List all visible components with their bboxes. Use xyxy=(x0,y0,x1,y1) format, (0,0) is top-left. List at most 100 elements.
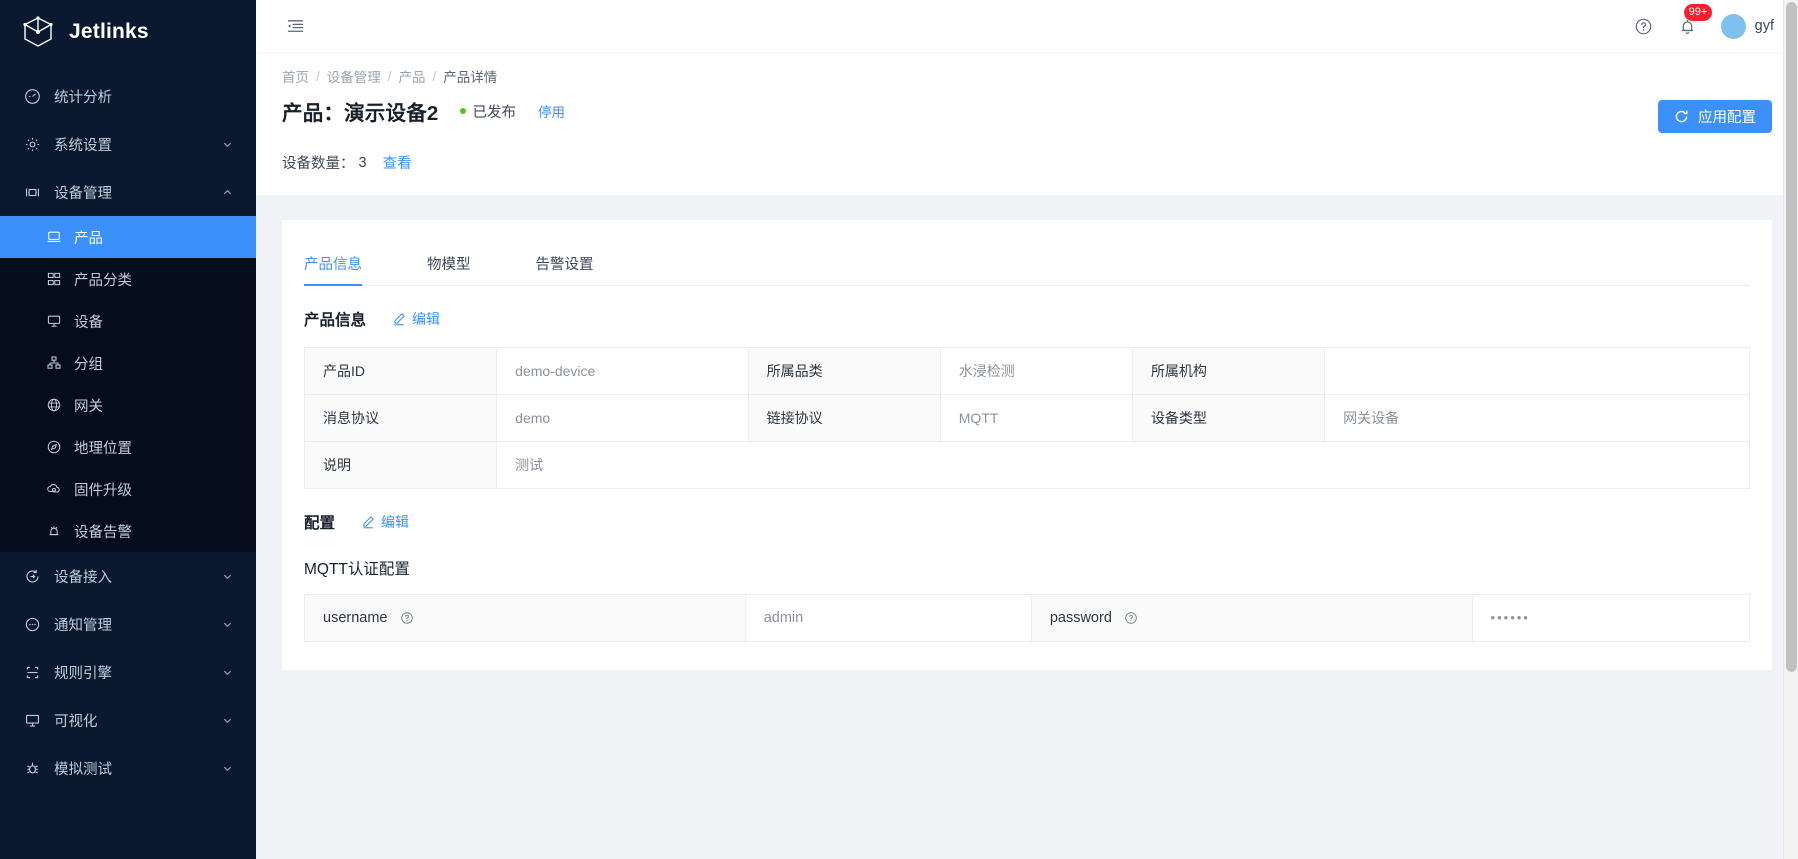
sidebar-item-system-settings[interactable]: 系统设置 xyxy=(0,120,256,168)
sidebar-item-firmware-upgrade[interactable]: 固件升级 xyxy=(0,468,256,510)
apply-config-label: 应用配置 xyxy=(1698,106,1756,127)
sidebar-item-notification[interactable]: 通知管理 xyxy=(0,600,256,648)
main-region: 99+ gyf 首页 / 设备管理 / 产品 / 产品详情 产品：演示设备2 xyxy=(256,0,1798,859)
sidebar-item-device-management[interactable]: 设备管理 xyxy=(0,168,256,216)
cell-label-password: password xyxy=(1031,595,1472,642)
sidebar-item-label: 分组 xyxy=(74,353,103,374)
sidebar-item-label: 模拟测试 xyxy=(54,758,220,779)
sidebar-menu: 统计分析 系统设置 xyxy=(0,64,256,792)
cell-value-link-protocol: MQTT xyxy=(940,395,1132,442)
sidebar-item-visualization[interactable]: 可视化 xyxy=(0,696,256,744)
chevron-down-icon[interactable] xyxy=(220,713,234,727)
product-icon xyxy=(45,228,63,246)
sidebar-item-gateway[interactable]: 网关 xyxy=(0,384,256,426)
cell-label-link-protocol: 链接协议 xyxy=(748,395,940,442)
question-circle-icon[interactable] xyxy=(400,611,414,625)
sidebar-item-rule-engine[interactable]: 规则引擎 xyxy=(0,648,256,696)
question-circle-icon[interactable] xyxy=(1633,15,1655,37)
sidebar-item-simulation-test[interactable]: 模拟测试 xyxy=(0,744,256,792)
cell-label-organization: 所属机构 xyxy=(1132,348,1324,395)
sidebar-item-device-access[interactable]: 设备接入 xyxy=(0,552,256,600)
refresh-icon xyxy=(1674,109,1689,124)
detail-card: 产品信息 物模型 告警设置 产品信息 编辑 xyxy=(282,220,1772,670)
breadcrumb-item-product[interactable]: 产品 xyxy=(399,66,426,86)
chevron-down-icon[interactable] xyxy=(220,665,234,679)
breadcrumb-item-product-detail: 产品详情 xyxy=(443,66,497,86)
cube-logo-icon xyxy=(20,14,56,50)
question-circle-icon[interactable] xyxy=(1124,611,1138,625)
password-masked-value: •••••• xyxy=(1491,610,1530,625)
topbar: 99+ gyf xyxy=(256,0,1798,52)
sidebar: Jetlinks 统计分析 系统设 xyxy=(0,0,256,859)
sidebar-item-group[interactable]: 分组 xyxy=(0,342,256,384)
edit-config-label: 编辑 xyxy=(381,512,409,532)
pencil-icon xyxy=(392,312,406,326)
cell-value-password: •••••• xyxy=(1472,595,1749,642)
bell-icon[interactable]: 99+ xyxy=(1677,15,1699,37)
sidebar-item-label: 地理位置 xyxy=(74,437,132,458)
user-name: gyf xyxy=(1755,18,1774,34)
breadcrumb-separator: / xyxy=(433,69,437,84)
tab-bar: 产品信息 物模型 告警设置 xyxy=(304,244,1750,286)
chevron-down-icon[interactable] xyxy=(220,617,234,631)
cell-value-product-id: demo-device xyxy=(497,348,748,395)
vertical-scrollbar[interactable] xyxy=(1783,0,1798,859)
status-text: 已发布 xyxy=(473,101,517,122)
sidebar-item-device[interactable]: 设备 xyxy=(0,300,256,342)
tab-thing-model[interactable]: 物模型 xyxy=(427,253,471,285)
device-icon xyxy=(22,182,42,202)
edit-product-info-button[interactable]: 编辑 xyxy=(392,309,440,329)
config-title: 配置 xyxy=(304,511,335,533)
globe-icon xyxy=(45,396,63,414)
user-menu[interactable]: gyf xyxy=(1721,14,1774,39)
monitor-icon xyxy=(45,312,63,330)
app-root: Jetlinks 统计分析 系统设 xyxy=(0,0,1798,859)
scrollbar-thumb[interactable] xyxy=(1786,2,1797,672)
device-count-value: 3 xyxy=(359,155,367,171)
brand-name: Jetlinks xyxy=(69,20,149,44)
sidebar-item-device-alarm[interactable]: 设备告警 xyxy=(0,510,256,552)
menu-fold-icon[interactable] xyxy=(282,13,308,39)
topbar-actions: 99+ gyf xyxy=(1633,14,1774,39)
password-label: password xyxy=(1050,610,1112,626)
apply-config-button[interactable]: 应用配置 xyxy=(1658,100,1772,133)
product-info-title: 产品信息 xyxy=(304,308,366,330)
mqtt-auth-config-title: MQTT认证配置 xyxy=(304,557,1750,579)
config-header: 配置 编辑 xyxy=(304,511,1750,533)
brand[interactable]: Jetlinks xyxy=(0,0,256,64)
notification-badge: 99+ xyxy=(1684,4,1713,21)
sidebar-item-label: 设备 xyxy=(74,311,103,332)
title-row: 产品：演示设备2 已发布 停用 xyxy=(282,96,1772,126)
bug-icon xyxy=(22,758,42,778)
sidebar-item-location[interactable]: 地理位置 xyxy=(0,426,256,468)
cell-label-product-id: 产品ID xyxy=(305,348,497,395)
sidebar-item-label: 设备告警 xyxy=(74,521,132,542)
cell-label-category: 所属品类 xyxy=(748,348,940,395)
sidebar-item-label: 通知管理 xyxy=(54,614,220,635)
sidebar-item-label: 产品 xyxy=(74,227,103,248)
sidebar-item-product-category[interactable]: 产品分类 xyxy=(0,258,256,300)
chevron-up-icon[interactable] xyxy=(220,185,234,199)
table-row: 说明 测试 xyxy=(305,442,1750,489)
edit-config-button[interactable]: 编辑 xyxy=(361,512,409,532)
cell-label-description: 说明 xyxy=(305,442,497,489)
gear-icon xyxy=(22,134,42,154)
chevron-down-icon[interactable] xyxy=(220,137,234,151)
sidebar-item-statistics[interactable]: 统计分析 xyxy=(0,72,256,120)
breadcrumb-item-home[interactable]: 首页 xyxy=(282,66,309,86)
cell-value-organization xyxy=(1325,348,1750,395)
dashboard-icon xyxy=(22,86,42,106)
sidebar-item-product[interactable]: 产品 xyxy=(0,216,256,258)
breadcrumb-separator: / xyxy=(388,69,392,84)
status-badge: 已发布 xyxy=(460,101,517,122)
view-devices-link[interactable]: 查看 xyxy=(383,152,412,173)
chevron-down-icon[interactable] xyxy=(220,569,234,583)
disable-link[interactable]: 停用 xyxy=(538,101,565,121)
sidebar-item-label: 设备管理 xyxy=(54,182,220,203)
cloud-upgrade-icon xyxy=(45,480,63,498)
tab-alarm-settings[interactable]: 告警设置 xyxy=(536,253,594,285)
sidebar-item-label: 设备接入 xyxy=(54,566,220,587)
chevron-down-icon[interactable] xyxy=(220,761,234,775)
tab-product-info[interactable]: 产品信息 xyxy=(304,253,362,285)
breadcrumb-item-device-management[interactable]: 设备管理 xyxy=(327,66,381,86)
